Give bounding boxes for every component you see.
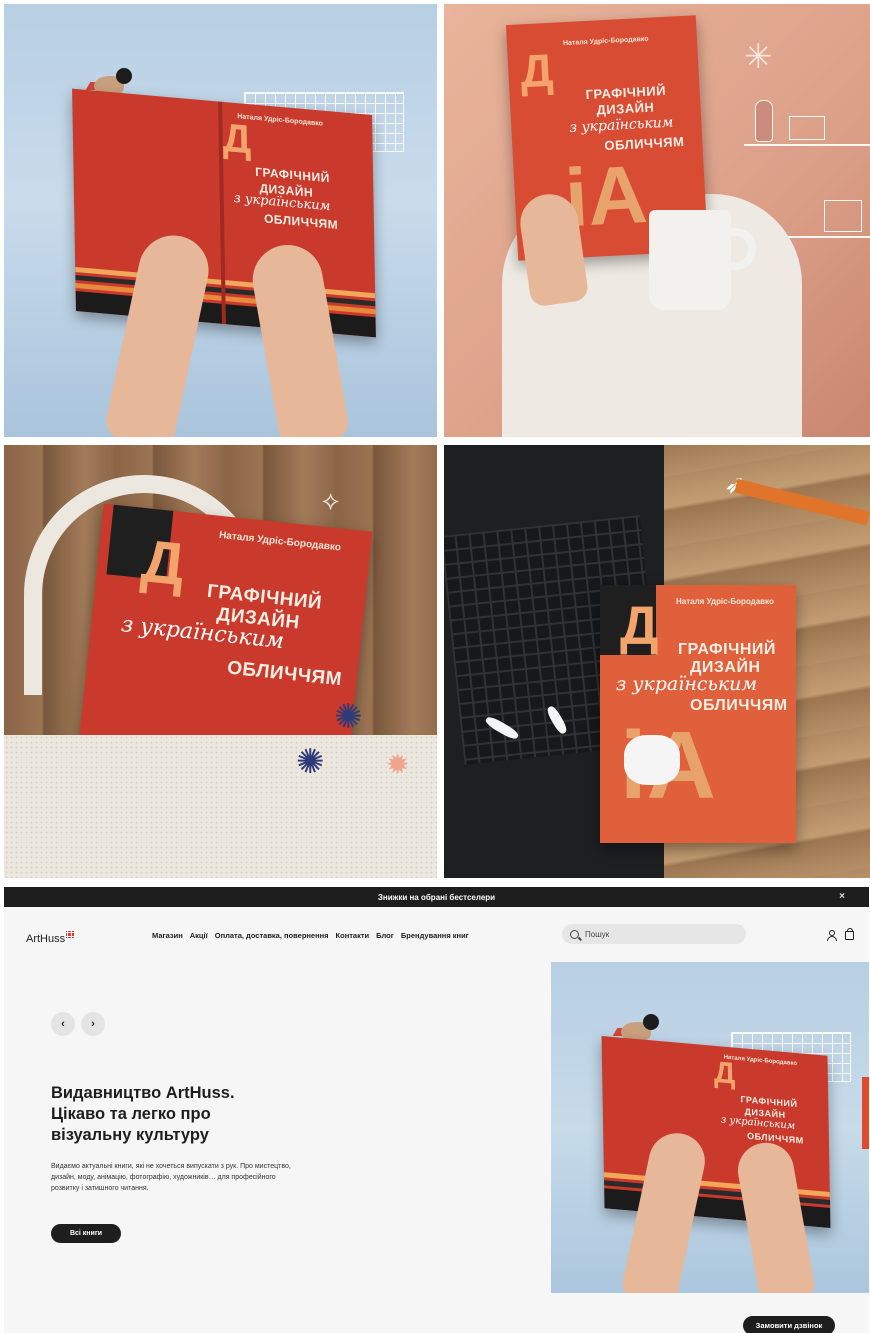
photo-grid: Д Наталя Удріс-Бородавко ГРАФІЧНИЙ ДИЗАЙ…: [4, 4, 870, 878]
search-input[interactable]: Пошук: [562, 924, 746, 944]
search-placeholder: Пошук: [585, 929, 610, 939]
prev-slide-button[interactable]: ‹: [51, 1012, 75, 1036]
order-call-button[interactable]: Замовити дзвінок: [743, 1316, 835, 1333]
hero-title-line: Видавництво ArtHuss.: [51, 1084, 235, 1102]
mug: [649, 210, 731, 310]
book-cover: Д Наталя Удріс-Бородавко ГРАФІЧНИЙ ДИЗАЙ…: [72, 88, 376, 338]
cart-icon[interactable]: [845, 928, 854, 940]
main-menu: Магазин Акції Оплата, доставка, повернен…: [152, 931, 469, 940]
menu-item-shop[interactable]: Магазин: [152, 931, 183, 940]
hero-title-line: візуальну культуру: [51, 1126, 209, 1144]
search-icon: [570, 929, 579, 939]
side-promo-tab[interactable]: [862, 1077, 869, 1149]
all-books-button[interactable]: Всі книги: [51, 1224, 121, 1243]
book-stack-doodle: [789, 116, 825, 140]
photo-book-mug: ✳ Наталя Удріс-Бородавко Д ГРАФІЧНИЙ ДИЗ…: [444, 4, 870, 437]
logo-flag-icon: [66, 931, 75, 938]
menu-item-promotions[interactable]: Акції: [190, 931, 208, 940]
menu-item-contacts[interactable]: Контакти: [336, 931, 370, 940]
photo-book-tote: Д Наталя Удріс-Бородавко ГРАФІЧНИЙ ДИЗАЙ…: [4, 445, 437, 878]
logo[interactable]: ArtHuss: [26, 931, 75, 945]
flower-illustration: ✺: [334, 698, 363, 736]
menu-item-delivery[interactable]: Оплата, доставка, повернення: [215, 931, 329, 940]
airpods-case: [624, 735, 680, 785]
hero-description: Видаємо актуальні книги, які не хочеться…: [51, 1163, 291, 1192]
close-icon[interactable]: ×: [839, 891, 845, 902]
photo-book-laptop: ➶ Д Наталя Удріс-Бородавко ГРАФІЧНИЙ ДИЗ…: [444, 445, 870, 878]
dragonfly-doodle: ⟡: [322, 485, 340, 515]
flower-doodle: ✳: [744, 38, 773, 76]
box-doodle: [824, 200, 862, 232]
next-slide-button[interactable]: ›: [81, 1012, 105, 1036]
hero-image: Наталя Удріс-Бородавко Д ГРАФІЧНИЙ ДИЗАЙ…: [551, 962, 869, 1293]
flower-illustration-3: ✹: [386, 749, 410, 780]
book-cover: Д Наталя Удріс-Бородавко ГРАФІЧНИЙ ДИЗАЙ…: [600, 585, 796, 843]
hero-title: Видавництво ArtHuss. Цікаво та легко про…: [51, 1083, 311, 1146]
shelf-doodle: [744, 144, 870, 146]
menu-item-branding[interactable]: Брендування книг: [401, 931, 469, 940]
logo-text: ArtHuss: [26, 933, 66, 945]
menu-item-blog[interactable]: Блог: [376, 931, 394, 940]
hero-title-line: Цікаво та легко про: [51, 1105, 211, 1123]
announcement-bar: Знижки на обрані бестселери ×: [4, 887, 869, 907]
slider-controls: ‹ ›: [51, 1012, 105, 1036]
user-icon[interactable]: [826, 930, 837, 941]
vase-doodle: [755, 100, 773, 142]
website-screenshot: Знижки на обрані бестселери × ArtHuss Ма…: [4, 887, 869, 1333]
header-nav: ArtHuss Магазин Акції Оплата, доставка, …: [4, 907, 869, 963]
announcement-text[interactable]: Знижки на обрані бестселери: [378, 893, 495, 902]
tote-bag: [4, 735, 437, 878]
photo-book-sky: Д Наталя Удріс-Бородавко ГРАФІЧНИЙ ДИЗАЙ…: [4, 4, 437, 437]
flower-illustration-2: ✺: [296, 743, 325, 781]
